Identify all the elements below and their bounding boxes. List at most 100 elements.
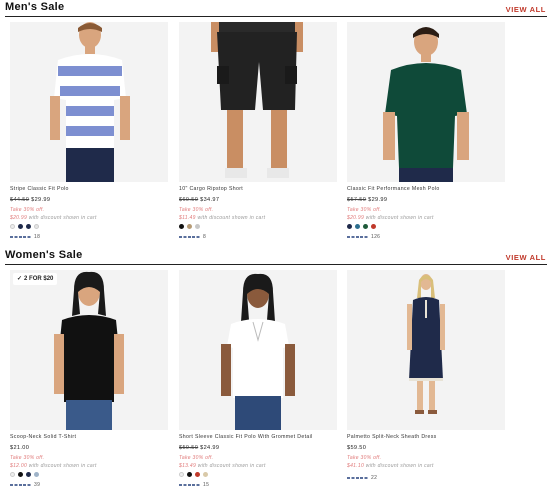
cart-price-note: $12.00 with discount shown in cart — [10, 463, 97, 469]
product-rating: 126 — [347, 234, 380, 240]
cart-note: with discount shown in cart — [28, 463, 97, 469]
discount-text: Take 30% off. — [10, 455, 45, 461]
color-swatch[interactable] — [371, 224, 376, 229]
product-name[interactable]: Short Sleeve Classic Fit Polo With Gromm… — [179, 434, 313, 440]
view-all-link[interactable]: VIEW ALL — [506, 253, 546, 262]
color-swatch[interactable] — [363, 224, 368, 229]
product-price: $59.50 — [347, 445, 366, 451]
cart-price: $11.49 — [179, 215, 196, 221]
product-rating: 15 — [179, 482, 209, 488]
color-swatches — [10, 224, 42, 230]
section-title: Men's Sale — [5, 1, 65, 13]
color-swatch[interactable] — [179, 472, 184, 477]
star-rating-icon — [10, 483, 32, 486]
product-name[interactable]: 10" Cargo Ripstop Short — [179, 186, 243, 192]
color-swatch[interactable] — [195, 224, 200, 229]
star-rating-icon — [179, 483, 201, 486]
sale-price: $21.00 — [10, 445, 30, 451]
color-swatch[interactable] — [26, 224, 31, 229]
color-swatch[interactable] — [18, 472, 23, 477]
discount-text: Take 30% off. — [10, 207, 45, 213]
color-swatches — [179, 224, 203, 230]
product-name[interactable]: Palmetto Split-Neck Sheath Dress — [347, 434, 437, 440]
product-price: $69.50 $34.97 — [179, 197, 219, 203]
review-count: 126 — [371, 234, 381, 240]
womens-sale-header: Women's Sale VIEW ALL — [0, 248, 550, 266]
product-price: $21.00 — [10, 445, 29, 451]
product-image[interactable] — [10, 22, 168, 182]
color-swatch[interactable] — [203, 472, 208, 477]
womens-sale-section: Women's Sale VIEW ALL ✓ 2 FOR $20 Scoop-N… — [0, 248, 550, 491]
color-swatch[interactable] — [18, 224, 23, 229]
color-swatch[interactable] — [195, 472, 200, 477]
cart-price: $41.10 — [347, 463, 365, 469]
section-divider — [5, 16, 547, 17]
review-count: 39 — [34, 482, 41, 488]
star-rating-icon — [347, 235, 369, 238]
original-price: $69.50 — [179, 197, 199, 203]
product-name[interactable]: Scoop-Neck Solid T-Shirt — [10, 434, 76, 440]
product-price: $59.50 $24.99 — [179, 445, 219, 451]
cart-price: $20.99 — [10, 215, 28, 221]
product-image[interactable] — [347, 270, 505, 430]
product-image[interactable] — [347, 22, 505, 182]
color-swatch[interactable] — [34, 224, 39, 229]
cart-note: with discount shown in cart — [28, 215, 97, 221]
product-price: $44.50 $29.99 — [10, 197, 50, 203]
sale-price: $29.99 — [368, 197, 388, 203]
color-swatches — [179, 472, 211, 478]
sale-price: $24.99 — [200, 445, 220, 451]
sale-price: $59.50 — [347, 445, 367, 451]
cart-note: with discount shown in cart — [197, 463, 266, 469]
product-name[interactable]: Stripe Classic Fit Polo — [10, 186, 69, 192]
discount-text: Take 30% off. — [179, 207, 214, 213]
sale-price: $34.97 — [200, 197, 220, 203]
product-rating: 39 — [10, 482, 40, 488]
review-count: 8 — [203, 234, 207, 240]
color-swatches — [10, 472, 42, 478]
section-title: Women's Sale — [5, 249, 83, 261]
product-rating: 8 — [179, 234, 206, 240]
cart-note: with discount shown in cart — [197, 215, 266, 221]
check-icon: ✓ — [17, 276, 23, 282]
product-rating: 22 — [347, 475, 377, 481]
cart-note: with discount shown in cart — [365, 215, 434, 221]
color-swatch[interactable] — [34, 472, 39, 477]
discount-text: Take 30% off. — [179, 455, 214, 461]
star-rating-icon — [179, 235, 201, 238]
cart-price: $12.00 — [10, 463, 28, 469]
color-swatch[interactable] — [347, 224, 352, 229]
original-price: $57.50 — [347, 197, 367, 203]
product-price: $57.50 $29.99 — [347, 197, 387, 203]
promo-badge-label: 2 FOR $20 — [24, 276, 54, 282]
color-swatch[interactable] — [10, 224, 15, 229]
promo-badge: ✓ 2 FOR $20 — [13, 273, 58, 285]
color-swatch[interactable] — [179, 224, 184, 229]
original-price: $44.50 — [10, 197, 30, 203]
mens-sale-section: Men's Sale VIEW ALL Stripe Classic Fit P… — [0, 0, 550, 248]
color-swatch[interactable] — [187, 472, 192, 477]
discount-text: Take 30% off. — [347, 207, 382, 213]
star-rating-icon — [347, 476, 369, 479]
color-swatch[interactable] — [10, 472, 15, 477]
color-swatch[interactable] — [187, 224, 192, 229]
mens-sale-header: Men's Sale VIEW ALL — [0, 0, 550, 18]
color-swatch[interactable] — [355, 224, 360, 229]
product-image[interactable]: ✓ 2 FOR $20 — [10, 270, 168, 430]
view-all-link[interactable]: VIEW ALL — [506, 5, 546, 14]
product-image[interactable] — [179, 270, 337, 430]
cart-price: $13.49 — [179, 463, 197, 469]
review-count: 22 — [371, 475, 378, 481]
product-rating: 18 — [10, 234, 40, 240]
star-rating-icon — [10, 235, 32, 238]
color-swatches — [347, 224, 379, 230]
cart-price: $20.99 — [347, 215, 365, 221]
product-name[interactable]: Classic Fit Performance Mesh Polo — [347, 186, 440, 192]
color-swatch[interactable] — [26, 472, 31, 477]
product-image[interactable] — [179, 22, 337, 182]
cart-note: with discount shown in cart — [365, 463, 434, 469]
cart-price-note: $13.49 with discount shown in cart — [179, 463, 266, 469]
discount-text: Take 30% off. — [347, 455, 382, 461]
original-price: $59.50 — [179, 445, 199, 451]
sale-price: $29.99 — [31, 197, 51, 203]
